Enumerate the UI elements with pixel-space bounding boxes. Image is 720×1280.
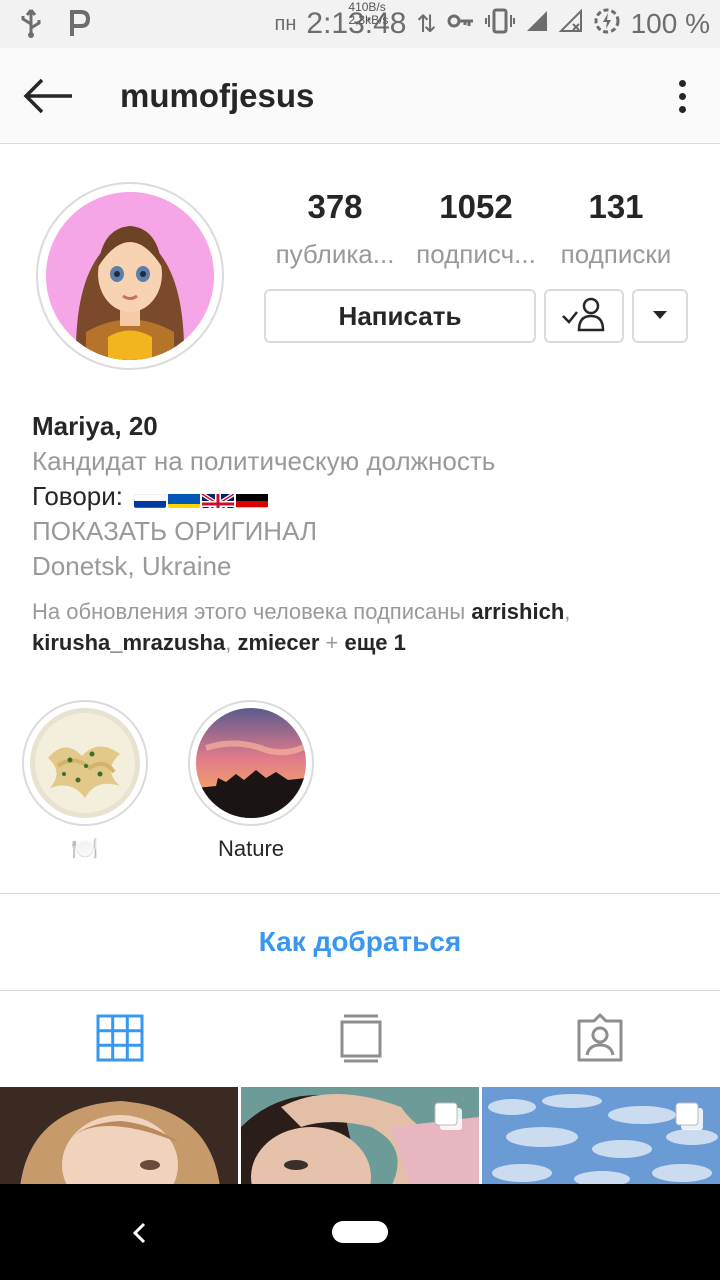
- bio-speaks-label: Говори:: [32, 481, 123, 511]
- germany-flag-icon: [236, 488, 269, 509]
- followers-count: 1052: [439, 188, 513, 225]
- followed-more[interactable]: еще 1: [344, 630, 405, 655]
- network-speed: 410B/s 2,3kB/s: [348, 1, 388, 27]
- transfer-arrows-icon: ⇅: [416, 10, 437, 38]
- multiple-photos-icon: [674, 1101, 706, 1133]
- posts-label: публика...: [275, 239, 395, 269]
- grid-icon: [95, 1014, 145, 1067]
- status-bar: пн 2:13:48 410B/s 2,3kB/s ⇅ 100 %: [0, 0, 720, 48]
- highlight-cover-pasta: [30, 708, 140, 818]
- uk-flag-icon: [202, 488, 235, 509]
- ukraine-flag-icon: [168, 488, 201, 509]
- followed-user[interactable]: arrishich: [471, 599, 564, 624]
- system-nav-bar: [0, 1184, 720, 1280]
- signal-icon: [525, 9, 549, 40]
- more-options-icon[interactable]: [664, 74, 700, 118]
- caret-down-icon: [652, 307, 668, 325]
- nav-back-icon[interactable]: [124, 1218, 154, 1248]
- bio-speaks: Говори:: [32, 479, 692, 514]
- posts-count: 378: [307, 188, 363, 225]
- back-arrow-icon[interactable]: [22, 76, 74, 116]
- following-count: 131: [588, 188, 644, 225]
- post-thumbnail[interactable]: [482, 1087, 720, 1187]
- followers-label: подписч...: [416, 239, 536, 269]
- followers-stat[interactable]: 1052 подписч...: [402, 186, 550, 274]
- bio-category: Кандидат на политическую должность: [32, 446, 496, 476]
- followed-user[interactable]: zmiecer: [237, 630, 319, 655]
- speed-down: 2,3kB/s: [348, 13, 389, 27]
- tab-tagged[interactable]: [575, 1013, 625, 1063]
- russia-flag-icon: [134, 488, 167, 509]
- tab-grid[interactable]: [95, 1013, 145, 1063]
- vibrate-icon: [484, 8, 515, 41]
- multiple-photos-icon: [433, 1101, 465, 1133]
- followed-by[interactable]: На обновления этого человека подписаны a…: [32, 596, 692, 658]
- following-button[interactable]: [544, 289, 624, 343]
- profile-avatar[interactable]: [36, 182, 224, 370]
- profile-username: mumofjesus: [120, 77, 315, 114]
- highlight-food[interactable]: 🍽️: [20, 700, 150, 864]
- highlight-ring: [22, 700, 148, 826]
- followed-user[interactable]: kirusha_mrazusha: [32, 630, 225, 655]
- following-label: подписки: [560, 239, 672, 269]
- language-flags: [134, 488, 269, 509]
- plate-icon: 🍽️: [71, 836, 99, 861]
- status-time: 2:13:48 410B/s 2,3kB/s: [306, 1, 406, 41]
- highlight-ring: [188, 700, 314, 826]
- posts-stat[interactable]: 378 публика...: [262, 186, 408, 274]
- suggestions-dropdown-button[interactable]: [632, 289, 688, 343]
- bio-location[interactable]: Donetsk, Ukraine: [32, 549, 692, 584]
- bio-name: Mariya, 20: [32, 411, 158, 441]
- vpn-key-icon: [447, 10, 475, 38]
- app-bar: mumofjesus: [0, 48, 720, 144]
- nav-home-pill[interactable]: [332, 1221, 388, 1243]
- signal-no-sim-icon: [558, 8, 583, 40]
- show-original-link[interactable]: ПОКАЗАТЬ ОРИГИНАЛ: [32, 514, 692, 549]
- highlight-nature[interactable]: Nature: [186, 700, 316, 864]
- feed-icon: [336, 1014, 386, 1067]
- followed-by-prefix: На обновления этого человека подписаны: [32, 599, 466, 624]
- message-button[interactable]: Написать: [264, 289, 536, 343]
- post-thumbnail[interactable]: [0, 1087, 238, 1187]
- profile-tabs: [0, 991, 720, 1087]
- status-day: пн: [274, 12, 297, 35]
- highlight-cover-sunset: [196, 708, 306, 818]
- avatar-image: [46, 192, 214, 360]
- tab-feed[interactable]: [336, 1013, 386, 1063]
- highlight-label: Nature: [217, 836, 285, 861]
- tagged-user-icon: [575, 1013, 625, 1067]
- parking-app-icon: [66, 8, 92, 45]
- battery-saver-icon: [593, 7, 621, 42]
- usb-icon: [18, 8, 44, 45]
- get-directions-link[interactable]: Как добраться: [0, 894, 720, 990]
- following-stat[interactable]: 131 подписки: [548, 186, 684, 274]
- battery-level: 100 %: [630, 8, 710, 39]
- profile-bio: Mariya, 20 Кандидат на политическую долж…: [32, 408, 692, 658]
- post-thumbnail[interactable]: [241, 1087, 479, 1187]
- user-check-icon: [559, 296, 609, 337]
